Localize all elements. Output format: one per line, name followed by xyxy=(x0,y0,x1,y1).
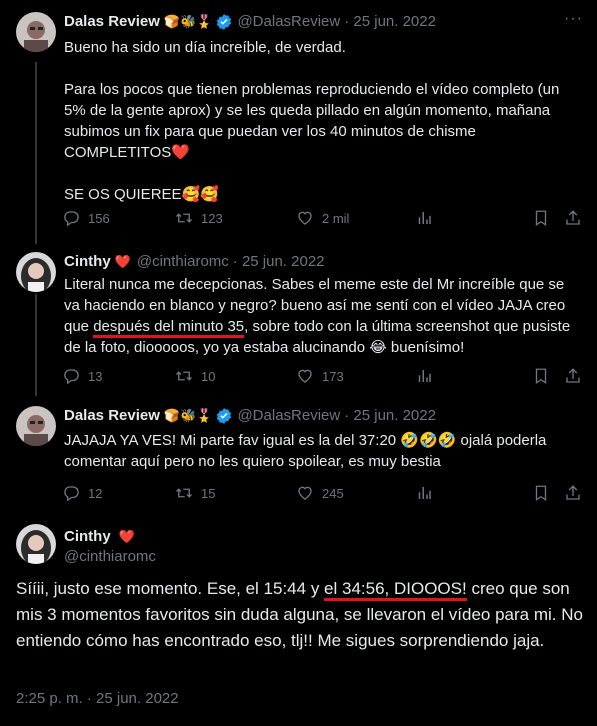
avatar[interactable] xyxy=(16,12,56,52)
like-count: 245 xyxy=(322,485,344,501)
like-button[interactable]: 2 mil xyxy=(296,209,349,227)
display-name[interactable]: Dalas Review xyxy=(64,406,160,426)
avatar[interactable] xyxy=(16,252,56,292)
verified-icon xyxy=(217,408,232,424)
share-button[interactable] xyxy=(564,209,590,227)
highlighted-text: el 34:56, DIOOOS! xyxy=(324,579,467,601)
views-icon xyxy=(418,212,431,224)
verified-icon xyxy=(217,14,232,30)
avatar[interactable] xyxy=(16,524,56,564)
tweet-text: Bueno ha sido un día increíble, de verda… xyxy=(64,39,560,203)
tweet[interactable]: Dalas Review 🍞🐝🎖️ @DalasReview · 25 jun.… xyxy=(0,0,597,240)
highlighted-text: después del minuto 35 xyxy=(93,318,245,338)
reply-count: 12 xyxy=(88,485,103,501)
name-badges: 🍞🐝🎖️ xyxy=(163,14,213,29)
display-name[interactable]: Cinthy xyxy=(64,528,111,545)
retweet-icon xyxy=(176,371,192,381)
share-icon xyxy=(566,368,580,383)
handle[interactable]: @DalasReview xyxy=(237,12,340,32)
reply-count: 13 xyxy=(88,368,103,384)
retweet-count: 15 xyxy=(201,485,216,501)
views-button[interactable] xyxy=(415,367,441,385)
name-badges: ❤️ xyxy=(118,529,136,544)
bookmark-icon xyxy=(535,485,547,502)
like-icon xyxy=(298,369,312,383)
name-badges: 🍞🐝🎖️ xyxy=(163,408,213,423)
reply-icon xyxy=(64,369,79,385)
action-bar: 156 123 2 mil xyxy=(62,208,588,228)
bookmark-button[interactable] xyxy=(532,209,558,227)
avatar[interactable] xyxy=(16,406,56,446)
reply-count: 156 xyxy=(88,210,110,226)
bookmark-button[interactable] xyxy=(532,484,558,502)
tweet[interactable]: Cinthy ❤️ @cinthiaromc · 25 jun. 2022 Li… xyxy=(0,244,597,394)
tweet-date[interactable]: · 25 jun. 2022 xyxy=(344,12,436,32)
main-tweet-header: Cinthy ❤️ @cinthiaromc xyxy=(64,527,156,567)
retweet-count: 123 xyxy=(201,210,223,226)
share-button[interactable] xyxy=(564,484,590,502)
retweet-button[interactable]: 15 xyxy=(175,484,215,502)
tweet-header: Dalas Review 🍞🐝🎖️ @DalasReview · 25 jun.… xyxy=(64,406,436,426)
views-icon xyxy=(418,370,431,382)
tweet-date[interactable]: · 25 jun. 2022 xyxy=(233,252,325,272)
retweet-button[interactable]: 10 xyxy=(175,367,215,385)
views-icon xyxy=(418,487,431,499)
like-icon xyxy=(298,486,312,500)
tweet-header: Dalas Review 🍞🐝🎖️ @DalasReview · 25 jun.… xyxy=(64,12,436,32)
reply-button[interactable]: 13 xyxy=(62,367,102,385)
tweet-date[interactable]: · 25 jun. 2022 xyxy=(344,406,436,426)
bookmark-button[interactable] xyxy=(532,367,558,385)
main-tweet-text: Sííii, justo ese momento. Ese, el 15:44 … xyxy=(16,576,586,654)
handle[interactable]: @cinthiaromc xyxy=(137,252,229,272)
like-count: 173 xyxy=(322,368,344,384)
share-icon xyxy=(566,485,580,500)
retweet-icon xyxy=(176,213,192,223)
like-button[interactable]: 173 xyxy=(296,367,344,385)
handle[interactable]: @cinthiaromc xyxy=(64,547,156,567)
reply-icon xyxy=(64,486,79,502)
retweet-count: 10 xyxy=(201,368,216,384)
tweet[interactable]: Dalas Review 🍞🐝🎖️ @DalasReview · 25 jun.… xyxy=(0,398,597,510)
handle[interactable]: @DalasReview xyxy=(237,406,340,426)
like-button[interactable]: 245 xyxy=(296,484,344,502)
share-icon xyxy=(566,210,580,225)
reply-button[interactable]: 12 xyxy=(62,484,102,502)
bookmark-icon xyxy=(535,368,547,385)
bookmark-icon xyxy=(535,210,547,227)
tweet-text: Literal nunca me decepcionas. Sabes el m… xyxy=(64,274,584,358)
name-badges: ❤️ xyxy=(114,254,131,269)
like-count: 2 mil xyxy=(322,210,350,226)
retweet-button[interactable]: 123 xyxy=(175,209,223,227)
retweet-icon xyxy=(176,488,192,498)
share-button[interactable] xyxy=(564,367,590,385)
reply-button[interactable]: 156 xyxy=(62,209,110,227)
more-icon[interactable]: ··· xyxy=(564,10,583,28)
display-name[interactable]: Cinthy xyxy=(64,252,111,272)
reply-icon xyxy=(64,211,79,227)
display-name[interactable]: Dalas Review xyxy=(64,12,160,32)
main-tweet-timestamp[interactable]: 2:25 p. m. · 25 jun. 2022 xyxy=(16,690,179,707)
tweet-text-part: Sííii, justo ese momento. Ese, el 15:44 … xyxy=(16,579,325,598)
tweet-header: Cinthy ❤️ @cinthiaromc · 25 jun. 2022 xyxy=(64,252,325,272)
action-bar: 12 15 245 xyxy=(62,483,588,503)
tweet-text: JAJAJA YA VES! Mi parte fav igual es la … xyxy=(64,432,547,470)
like-icon xyxy=(298,211,312,225)
views-button[interactable] xyxy=(415,209,441,227)
action-bar: 13 10 173 xyxy=(62,366,588,386)
views-button[interactable] xyxy=(415,484,441,502)
